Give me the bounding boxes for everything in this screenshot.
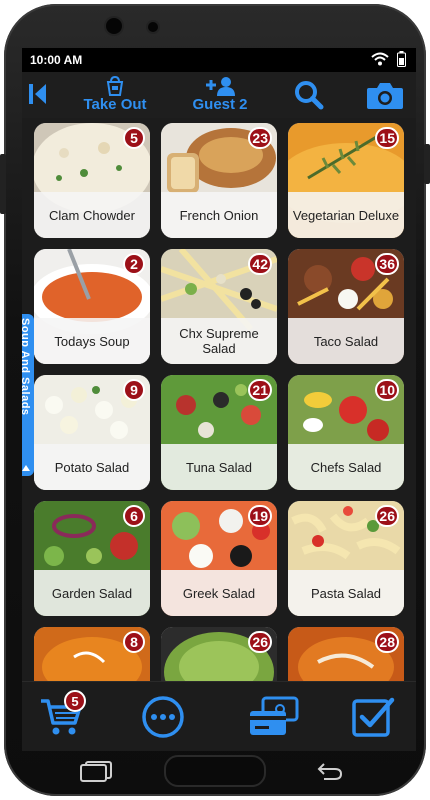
recent-apps-icon <box>80 761 112 782</box>
take-out-label: Take Out <box>83 96 147 113</box>
payment-card-icon <box>250 696 299 735</box>
item-count-badge: 21 <box>248 379 272 401</box>
bottom-bar: 5 <box>22 681 416 751</box>
menu-item-label: Tuna Salad <box>161 444 277 490</box>
category-tab-label: Soup And Salads <box>22 318 31 416</box>
item-count-badge: 8 <box>123 631 145 653</box>
item-count-badge: 26 <box>248 631 272 653</box>
item-count-badge: 5 <box>123 127 145 149</box>
menu-item-label: Potato Salad <box>34 444 150 490</box>
cart-count-badge: 5 <box>64 690 86 712</box>
screen: 10:00 AM Take Out Guest 2 Clam Chowder 5… <box>22 48 416 751</box>
category-tab[interactable]: Soup And Salads <box>22 314 34 476</box>
take-out-button[interactable]: Take Out <box>80 76 150 113</box>
menu-item-chefs-salad[interactable]: Chefs Salad 10 <box>288 375 404 490</box>
menu-item-label: Todays Soup <box>34 318 150 364</box>
item-count-badge: 9 <box>123 379 145 401</box>
camera-icon <box>367 83 403 109</box>
item-count-badge: 15 <box>375 127 399 149</box>
item-count-badge: 10 <box>375 379 399 401</box>
back-nav-icon <box>317 763 343 780</box>
cart-button[interactable]: 5 <box>36 690 86 742</box>
front-camera <box>106 18 122 34</box>
item-count-badge: 42 <box>248 253 272 275</box>
menu-item-todays-soup[interactable]: Todays Soup 2 <box>34 249 150 364</box>
menu-item-chx-supreme-salad[interactable]: Chx Supreme Salad 42 <box>161 249 277 364</box>
menu-item-label: Pasta Salad <box>288 570 404 616</box>
menu-item-clam-chowder[interactable]: Clam Chowder 5 <box>34 123 150 238</box>
sensor <box>148 22 158 32</box>
back-nav-button[interactable] <box>314 756 346 786</box>
recent-apps-button[interactable] <box>78 756 114 786</box>
menu-item-greek-salad[interactable]: Greek Salad 19 <box>161 501 277 616</box>
item-count-badge: 36 <box>375 253 399 275</box>
item-count-badge: 26 <box>375 505 399 527</box>
checkout-button[interactable] <box>348 692 398 742</box>
menu-item-label: Taco Salad <box>288 318 404 364</box>
guest-label: Guest 2 <box>192 96 248 113</box>
item-count-badge: 6 <box>123 505 145 527</box>
app-bar: Take Out Guest 2 <box>22 72 416 118</box>
guest-button[interactable]: Guest 2 <box>188 76 252 113</box>
menu-item-french-onion[interactable]: French Onion 23 <box>161 123 277 238</box>
item-count-badge: 28 <box>375 631 399 653</box>
item-count-badge: 2 <box>123 253 145 275</box>
menu-item-garden-salad[interactable]: Garden Salad 6 <box>34 501 150 616</box>
menu-item-tuna-salad[interactable]: Tuna Salad 21 <box>161 375 277 490</box>
item-count-badge: 23 <box>248 127 272 149</box>
menu-item-pasta-salad[interactable]: Pasta Salad 26 <box>288 501 404 616</box>
back-arrow-icon <box>29 84 46 104</box>
status-bar: 10:00 AM <box>22 48 416 72</box>
power-button <box>424 144 430 184</box>
menu-item-vegetarian-deluxe[interactable]: Vegetarian Deluxe 15 <box>288 123 404 238</box>
status-time: 10:00 AM <box>30 53 83 67</box>
system-nav-bar <box>4 755 426 792</box>
tab-arrow-icon <box>22 465 30 471</box>
volume-button <box>0 154 6 214</box>
more-button[interactable] <box>138 692 188 742</box>
home-pill-icon <box>164 755 266 787</box>
menu-item-label: Chefs Salad <box>288 444 404 490</box>
more-options-icon <box>142 696 184 738</box>
menu-item-label: Clam Chowder <box>34 192 150 238</box>
menu-item-label: Garden Salad <box>34 570 150 616</box>
checkbox-icon <box>352 697 395 737</box>
camera-button[interactable] <box>366 80 404 114</box>
back-button[interactable] <box>28 82 48 110</box>
menu-item-taco-salad[interactable]: Taco Salad 36 <box>288 249 404 364</box>
item-count-badge: 19 <box>248 505 272 527</box>
payment-button[interactable] <box>246 692 302 742</box>
menu-item-label: Chx Supreme Salad <box>161 318 277 364</box>
wifi-icon <box>371 52 389 66</box>
menu-item-label: French Onion <box>161 192 277 238</box>
menu-item-label: Vegetarian Deluxe <box>288 192 404 238</box>
menu-item-label: Greek Salad <box>161 570 277 616</box>
add-guest-icon <box>206 77 235 96</box>
phone-frame: 10:00 AM Take Out Guest 2 Clam Chowder 5… <box>0 4 430 796</box>
home-button[interactable] <box>164 755 266 787</box>
menu-item-potato-salad[interactable]: Potato Salad 9 <box>34 375 150 490</box>
takeout-bag-icon <box>106 76 124 96</box>
search-icon <box>295 81 324 110</box>
search-button[interactable] <box>294 80 324 114</box>
battery-icon <box>397 51 406 67</box>
